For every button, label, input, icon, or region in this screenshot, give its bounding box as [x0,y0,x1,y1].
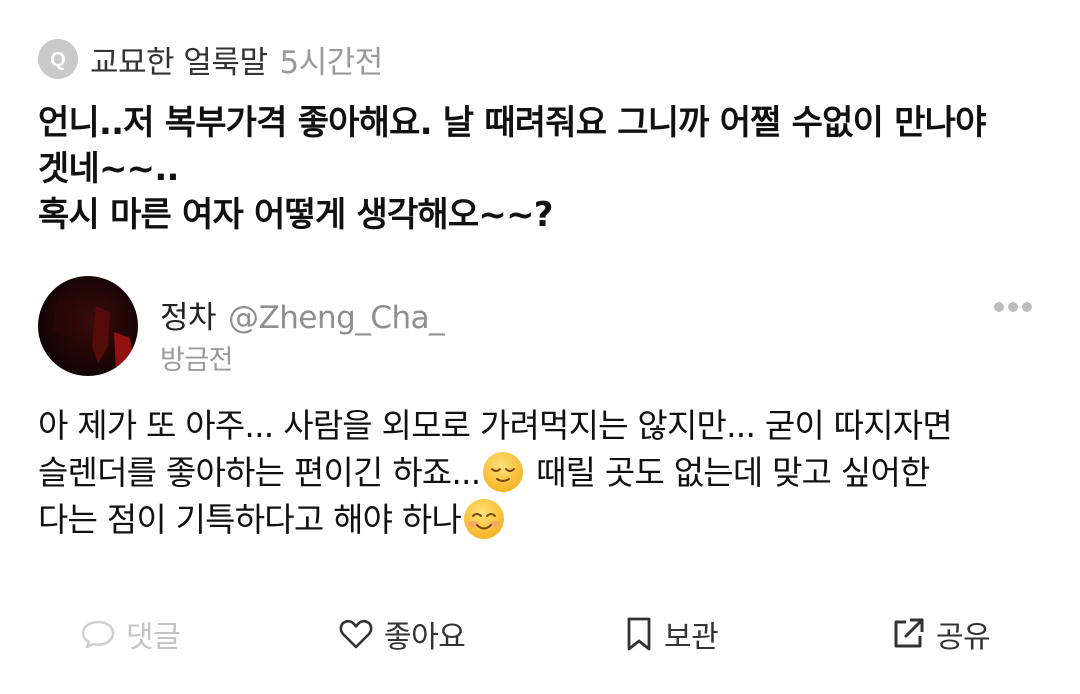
avatar[interactable] [38,276,138,376]
question-line: 겟네~~.. [38,149,179,189]
answer-line: 아 제가 또 아주... 사람을 외모로 가려먹지는 않지만... 굳이 따지자… [38,406,953,445]
share-button[interactable]: 공유 [890,608,991,660]
answer-line: 슬렌더를 좋아하는 편이긴 하죠... 때릴 곳도 없는데 맞고 싶어한 [38,449,1053,496]
question-line: 혹시 마른 여자 어떻게 생각해오~~? [38,195,553,235]
smiling-face-emoji [463,498,505,540]
more-options-button[interactable] [988,292,1038,322]
answer-line-part: 다는 점이 기특하다고 해야 하나 [38,500,462,539]
like-button[interactable]: 좋아요 [338,608,466,660]
question-text: 언니..저 복부가격 좋아해요. 날 때려줘요 그니까 어쩔 수없이 만나야 겟… [38,100,1048,238]
heart-icon [339,619,373,649]
share-icon [894,618,924,648]
answer-time: 방금전 [160,345,234,376]
question-header: Q 교묘한 얼룩말 5시간전 [38,36,383,82]
answer-author-row: 정차 @Zheng_Cha_ [160,292,445,337]
comment-icon [81,620,115,649]
relieved-face-emoji [482,451,524,493]
answer-author-handle[interactable]: @Zheng_Cha_ [228,300,445,336]
answer-line: 다는 점이 기특하다고 해야 하나 [38,496,1053,543]
like-label: 좋아요 [384,620,466,655]
save-button[interactable]: 보관 [624,608,719,660]
comment-button[interactable]: 댓글 [80,608,181,660]
answer-line-part: 슬렌더를 좋아하는 편이긴 하죠... [38,453,481,492]
share-label: 공유 [936,620,991,655]
answer-line-part: 때릴 곳도 없는데 맞고 싶어한 [526,453,930,492]
svg-text:Q: Q [50,49,66,71]
action-bar: 댓글 좋아요 보관 공유 [0,608,1080,660]
question-badge-icon: Q [38,39,78,79]
answer-author-name[interactable]: 정차 [160,292,217,337]
answer-text: 아 제가 또 아주... 사람을 외모로 가려먹지는 않지만... 굳이 따지자… [38,402,1053,543]
bookmark-icon [627,617,651,651]
save-label: 보관 [664,620,719,655]
question-author[interactable]: 교묘한 얼룩말 [90,37,268,82]
question-time: 5시간전 [279,44,383,81]
question-line: 언니..저 복부가격 좋아해요. 날 때려줘요 그니까 어쩔 수없이 만나야 [38,103,986,143]
more-dots-icon [994,302,1032,312]
comment-label: 댓글 [126,620,181,655]
